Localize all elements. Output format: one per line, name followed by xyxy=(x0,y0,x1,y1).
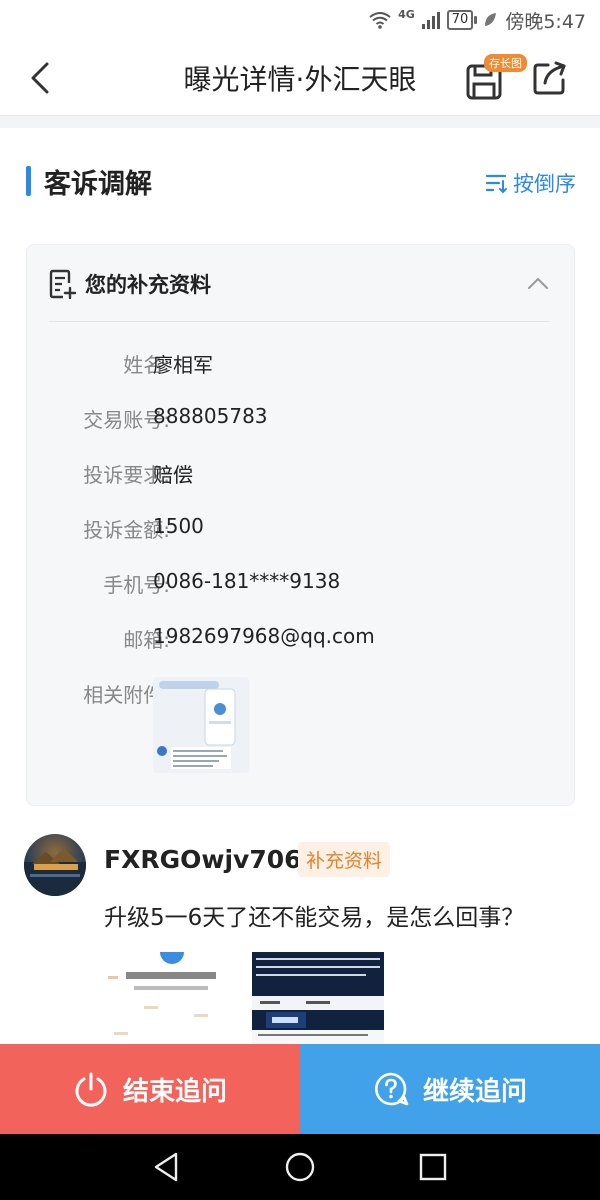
leaf-icon xyxy=(485,13,497,26)
field-amount: 投诉金额: 1500 xyxy=(27,514,574,544)
post-text: 升级5一6天了还不能交易，是怎么回事？ xyxy=(104,905,525,931)
top-bar: 曝光详情·外汇天眼 存长图 xyxy=(0,40,600,116)
clock: 傍晚5:47 xyxy=(505,10,586,33)
document-add-icon xyxy=(49,269,77,299)
share-icon xyxy=(533,61,566,95)
page-title: 曝光详情·外汇天眼 xyxy=(183,63,417,96)
section-header: 客诉调解 按倒序 xyxy=(0,160,600,204)
post-username[interactable]: FXRGOwjv7069 xyxy=(104,845,319,874)
avatar-image xyxy=(24,848,86,896)
post-image[interactable] xyxy=(252,952,384,1044)
section-accent-bar xyxy=(26,166,31,196)
attachment-thumbnail[interactable] xyxy=(153,677,249,773)
field-value: 1982697968@qq.com xyxy=(153,624,375,648)
field-attachment: 相关附件: xyxy=(27,679,574,709)
bottom-actions: 结束追问 继续追问 xyxy=(0,1044,600,1134)
system-nav-bar xyxy=(0,1134,600,1200)
card-divider xyxy=(49,321,550,322)
field-account: 交易账号: 888805783 xyxy=(27,404,574,434)
battery-icon: 70 xyxy=(446,10,478,30)
post-announcement-image xyxy=(252,952,384,1044)
back-arrow-icon xyxy=(31,62,49,94)
field-value: 赔偿 xyxy=(153,463,193,487)
nav-recents-icon[interactable] xyxy=(416,1150,450,1184)
network-type: 4G xyxy=(398,7,415,21)
save-long-image-button[interactable]: 存长图 xyxy=(464,54,527,102)
question-bubble-icon xyxy=(375,1072,409,1106)
end-follow-up-button[interactable]: 结束追问 xyxy=(0,1044,300,1134)
supplement-tag: 补充资料 xyxy=(298,842,391,877)
supplementary-info-card: 您的补充资料 姓名: 廖相军 交易账号: 888805783 投诉要求: 赔偿 … xyxy=(26,244,575,806)
field-request: 投诉要求: 赔偿 xyxy=(27,459,574,489)
field-value: 1500 xyxy=(153,514,204,538)
sort-icon xyxy=(485,174,507,194)
nav-back-icon[interactable] xyxy=(150,1150,184,1184)
divider-strip xyxy=(0,116,600,128)
post-screenshot-image xyxy=(104,952,238,1044)
field-email: 邮箱: 1982697968@qq.com xyxy=(27,624,574,654)
sort-label: 按倒序 xyxy=(513,172,576,196)
end-follow-up-label: 结束追问 xyxy=(122,1076,227,1107)
section-title: 客诉调解 xyxy=(44,169,152,200)
card-header[interactable]: 您的补充资料 xyxy=(27,245,574,323)
nav-home-icon[interactable] xyxy=(283,1150,317,1184)
sort-order-button[interactable]: 按倒序 xyxy=(485,168,576,198)
status-bar: 4G 70 傍晚5:47 xyxy=(0,0,600,40)
post-image[interactable] xyxy=(104,952,238,1044)
battery-level: 70 xyxy=(446,10,474,30)
continue-follow-up-label: 继续追问 xyxy=(422,1076,527,1107)
field-value: 0086-181****9138 xyxy=(153,569,341,593)
attachment-screenshot-image xyxy=(153,677,249,773)
field-name: 姓名: 廖相军 xyxy=(27,349,574,379)
wifi-icon xyxy=(369,12,391,29)
card-title: 您的补充资料 xyxy=(85,273,211,297)
field-value: 888805783 xyxy=(153,404,268,428)
avatar[interactable] xyxy=(24,834,86,896)
power-icon xyxy=(75,1072,107,1107)
share-button[interactable] xyxy=(532,60,572,100)
status-icons: 4G 70 xyxy=(368,7,497,30)
back-button[interactable] xyxy=(20,58,60,98)
field-value: 廖相军 xyxy=(153,353,213,377)
signal-icon xyxy=(421,12,440,29)
continue-follow-up-button[interactable]: 继续追问 xyxy=(300,1044,600,1134)
save-badge: 存长图 xyxy=(484,54,527,72)
chevron-up-icon[interactable] xyxy=(526,273,550,293)
field-phone: 手机号: 0086-181****9138 xyxy=(27,569,574,599)
